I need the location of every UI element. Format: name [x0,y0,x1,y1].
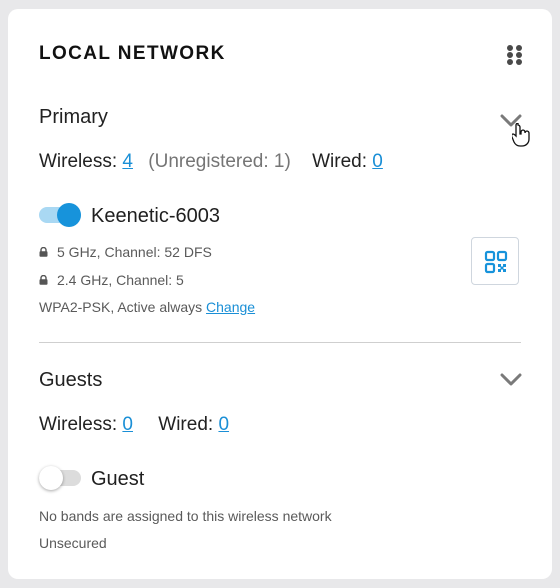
qr-code-button[interactable] [471,237,519,285]
security-info: WPA2-PSK, Active always Change [39,299,255,315]
primary-wireless-count-link[interactable]: 4 [122,151,133,172]
primary-wired-count-link[interactable]: 0 [372,151,383,172]
chevron-down-icon[interactable] [498,370,524,390]
wireless-label: Wireless: [39,151,118,172]
primary-network-toggle[interactable] [39,203,81,227]
unregistered-count: (Unregistered: 1) [148,151,291,172]
lock-icon [39,275,48,285]
section-divider [39,342,521,343]
card-title: LOCAL NETWORK [39,43,226,64]
security-text: WPA2-PSK, Active always [39,299,203,315]
guest-network-toggle[interactable] [39,466,81,490]
band-5ghz-info: 5 GHz, Channel: 52 DFS [39,244,212,260]
local-network-card: LOCAL NETWORK Primary Wireless: 4 (Unreg… [8,9,552,579]
lock-icon [39,247,48,257]
guests-client-stats: Wireless: 0 Wired: 0 [39,414,229,436]
guest-bands-info: No bands are assigned to this wireless n… [39,508,332,524]
toggle-knob [57,203,81,227]
primary-section-title[interactable]: Primary [39,106,108,129]
wired-label: Wired: [312,151,368,172]
toggle-knob [39,466,63,490]
guest-security-info: Unsecured [39,535,107,551]
guests-section-title[interactable]: Guests [39,369,102,392]
grip-dots-icon[interactable] [507,45,523,65]
guests-wireless-count-link[interactable]: 0 [122,414,133,435]
primary-client-stats: Wireless: 4 (Unregistered: 1) Wired: 0 [39,151,383,173]
change-security-link[interactable]: Change [206,299,255,315]
guest-network-name[interactable]: Guest [91,468,144,491]
wired-label: Wired: [158,414,214,435]
band-5ghz-text: 5 GHz, Channel: 52 DFS [57,244,212,260]
guests-wired-count-link[interactable]: 0 [218,414,229,435]
wireless-label: Wireless: [39,414,118,435]
primary-network-name[interactable]: Keenetic-6003 [91,205,220,228]
qr-code-icon [484,250,508,274]
hand-cursor-icon [512,123,530,147]
band-24ghz-text: 2.4 GHz, Channel: 5 [57,272,184,288]
band-24ghz-info: 2.4 GHz, Channel: 5 [39,272,184,288]
